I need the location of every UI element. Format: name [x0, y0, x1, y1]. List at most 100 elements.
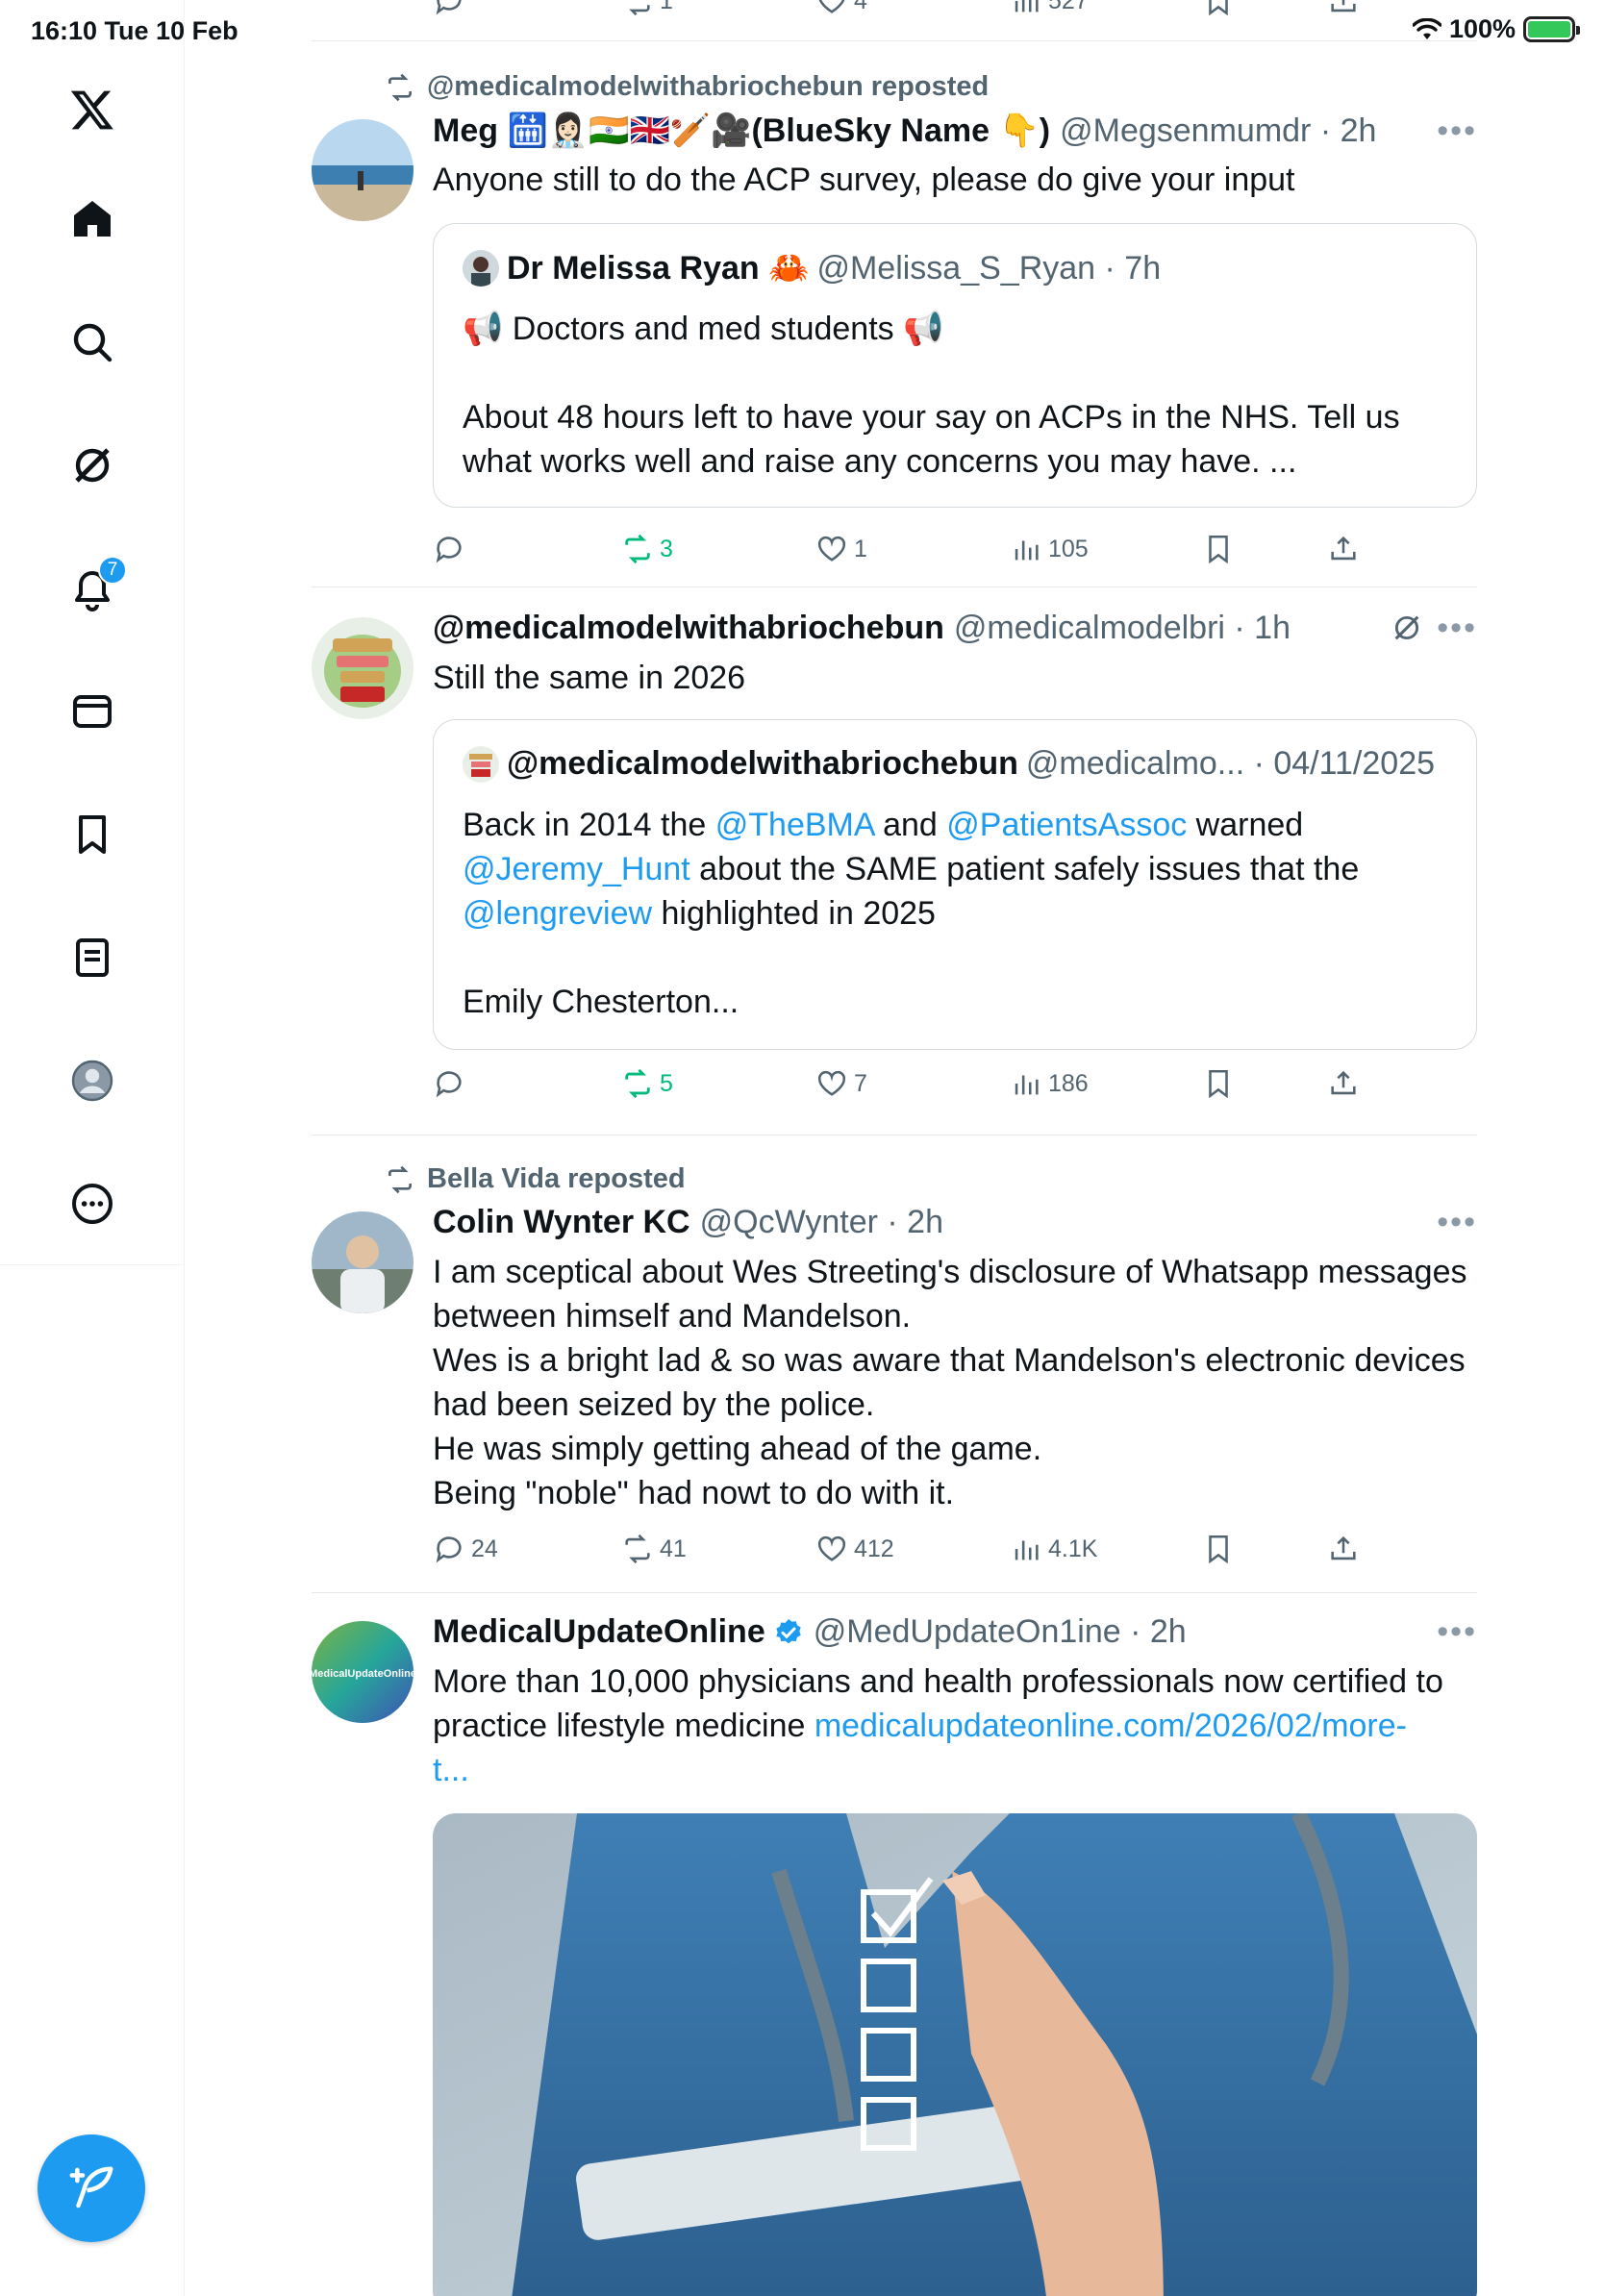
tweet-actions: 3 1 105	[433, 533, 1356, 581]
author-handle[interactable]: @medicalmodelbri · 1h	[954, 610, 1291, 647]
views-count: 105	[1048, 535, 1089, 562]
reply-button[interactable]	[433, 0, 465, 17]
views-button[interactable]: 186	[1010, 1067, 1089, 1100]
mention-link[interactable]: @Jeremy_Hunt	[463, 851, 690, 887]
heart-icon	[818, 0, 845, 13]
views-button[interactable]: 105	[1010, 533, 1089, 565]
bookmark-button[interactable]	[1202, 533, 1235, 565]
bookmark-button[interactable]	[1202, 0, 1235, 17]
tweet-actions-partial: 1 4 527	[433, 0, 1356, 33]
lists-icon[interactable]	[54, 919, 131, 996]
tweet-card[interactable]: @medicalmodelwithabriochebun @medicalmod…	[312, 588, 1477, 1133]
bookmark-button[interactable]	[1202, 1533, 1235, 1565]
home-icon[interactable]	[54, 181, 131, 258]
profile-icon[interactable]	[54, 1042, 131, 1119]
avatar[interactable]: MedicalUpdateOnline	[312, 1621, 414, 1723]
mention-link[interactable]: @TheBMA	[715, 807, 874, 843]
author-handle[interactable]: @Megsenmumdr · 2h	[1060, 112, 1376, 150]
repost-icon	[388, 73, 412, 101]
like-button[interactable]: 4	[815, 0, 867, 17]
share-button[interactable]	[1327, 533, 1360, 565]
messages-icon[interactable]	[54, 673, 131, 750]
quoted-tweet[interactable]: @medicalmodelwithabriochebun @medicalmo.…	[433, 719, 1477, 1050]
author-handle[interactable]: @QcWynter · 2h	[700, 1204, 943, 1241]
notifications-badge: 7	[98, 556, 127, 585]
grok-icon[interactable]	[1391, 611, 1423, 653]
quote-avatar	[463, 745, 499, 783]
author-name[interactable]: Meg 🛗👩🏻‍⚕️🇮🇳🇬🇧🏏🎥(BlueSky Name 👇)	[433, 112, 1050, 150]
reply-icon	[436, 537, 462, 563]
separator	[312, 586, 1477, 587]
views-icon	[1015, 540, 1039, 561]
avatar[interactable]	[312, 119, 414, 221]
avatar[interactable]	[312, 617, 414, 719]
more-options-icon[interactable]	[54, 1165, 131, 1242]
separator	[312, 1592, 1477, 1593]
like-button[interactable]: 1	[815, 533, 867, 565]
reply-icon	[436, 0, 462, 15]
views-button[interactable]: 527	[1010, 0, 1089, 17]
like-count: 4	[854, 0, 867, 14]
repost-button[interactable]: 1	[621, 0, 673, 17]
repost-button[interactable]: 3	[621, 533, 673, 565]
quote-header: @medicalmodelwithabriochebun @medicalmo.…	[463, 745, 1435, 783]
doctor-checklist-image	[433, 1813, 1477, 2296]
more-icon[interactable]: •••	[1437, 112, 1477, 150]
bookmark-button[interactable]	[1202, 1067, 1235, 1100]
tweet-header: @medicalmodelwithabriochebun @medicalmod…	[433, 610, 1477, 647]
like-count: 7	[854, 1069, 867, 1097]
tweet-actions: 5 7 186	[433, 1067, 1356, 1115]
views-button[interactable]: 4.1K	[1010, 1533, 1097, 1565]
repost-count: 41	[660, 1535, 687, 1562]
quote-header: Dr Melissa Ryan 🦀 @Melissa_S_Ryan · 7h	[463, 249, 1161, 287]
quoted-tweet[interactable]: Dr Melissa Ryan 🦀 @Melissa_S_Ryan · 7h 📢…	[433, 223, 1477, 508]
author-name[interactable]: @medicalmodelwithabriochebun	[433, 610, 944, 647]
share-icon	[1331, 1070, 1356, 1095]
repost-icon	[625, 534, 650, 564]
search-icon[interactable]	[54, 304, 131, 381]
tweet-card[interactable]: Bella Vida reposted Colin Wynter KC @QcW…	[312, 1150, 1477, 1590]
tweet-card[interactable]: MedicalUpdateOnline MedicalUpdateOnline …	[312, 1594, 1477, 2296]
share-button[interactable]	[1327, 0, 1360, 17]
heart-icon	[817, 1535, 846, 1561]
mention-link[interactable]: @lengreview	[463, 895, 652, 932]
like-button[interactable]: 412	[815, 1533, 894, 1565]
views-icon	[1015, 1075, 1039, 1095]
tweet-card[interactable]: @medicalmodelwithabriochebun reposted Me…	[312, 67, 1477, 586]
quote-author-handle: @Melissa_S_Ryan · 7h	[816, 249, 1162, 287]
more-icon[interactable]: •••	[1437, 610, 1477, 647]
feather-plus-icon	[69, 2166, 113, 2209]
more-icon[interactable]: •••	[1437, 1204, 1477, 1241]
tweet-image[interactable]	[433, 1813, 1477, 2296]
repost-icon	[625, 1534, 650, 1564]
share-icon	[1331, 0, 1356, 12]
share-button[interactable]	[1327, 1067, 1360, 1100]
share-button[interactable]	[1327, 1533, 1360, 1565]
repost-button[interactable]: 5	[621, 1067, 673, 1100]
notifications-bell-icon[interactable]: 7	[54, 550, 131, 627]
repost-by: Bella Vida reposted	[427, 1163, 686, 1194]
avatar-text: MedicalUpdateOnline	[312, 1668, 414, 1680]
views-icon	[1015, 1540, 1039, 1560]
like-button[interactable]: 7	[815, 1067, 867, 1100]
repost-count: 5	[660, 1069, 673, 1097]
author-name[interactable]: Colin Wynter KC	[433, 1204, 690, 1241]
author-handle[interactable]: @MedUpdateOn1ine · 2h	[814, 1613, 1187, 1651]
grok-icon[interactable]	[54, 427, 131, 504]
mention-link[interactable]: @PatientsAssoc	[946, 807, 1187, 843]
reply-button[interactable]: 24	[433, 1533, 498, 1565]
x-logo-icon[interactable]	[54, 71, 131, 148]
author-name[interactable]: MedicalUpdateOnline	[433, 1613, 765, 1651]
like-count: 412	[854, 1535, 894, 1562]
repost-button[interactable]: 41	[621, 1533, 687, 1565]
battery-icon	[1523, 16, 1580, 42]
repost-indicator: Bella Vida reposted	[385, 1163, 686, 1195]
reply-button[interactable]	[433, 533, 471, 565]
views-count: 527	[1048, 0, 1089, 14]
reply-button[interactable]	[433, 1067, 471, 1100]
reply-count: 24	[471, 1535, 498, 1562]
compose-post-button[interactable]	[38, 2134, 145, 2242]
more-icon[interactable]: •••	[1437, 1613, 1477, 1651]
avatar[interactable]	[312, 1211, 414, 1313]
bookmarks-icon[interactable]	[54, 796, 131, 873]
